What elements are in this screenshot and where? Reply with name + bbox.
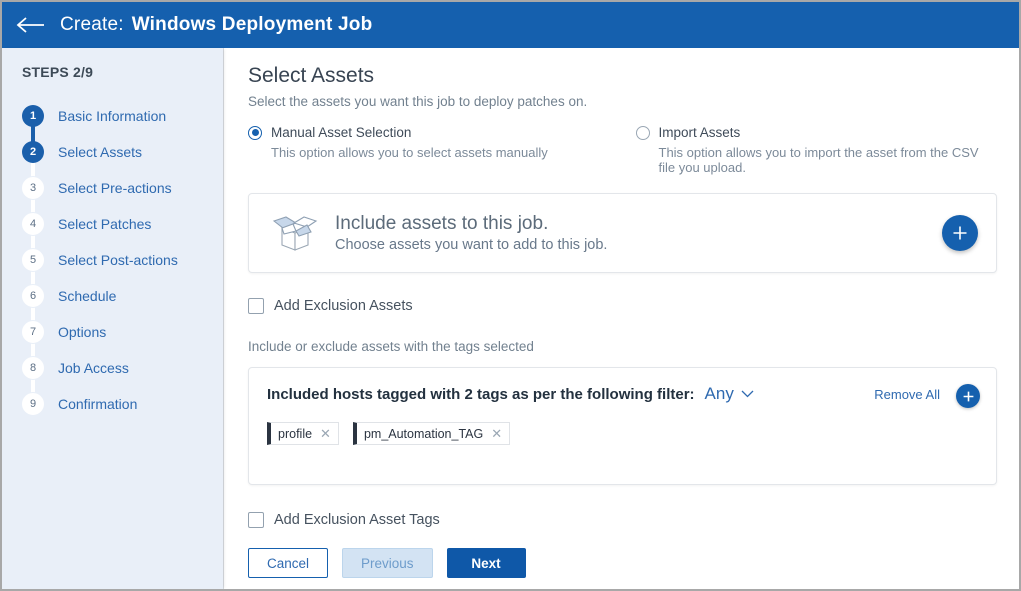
add-exclusion-asset-tags-checkbox[interactable] [248,512,264,528]
tag-match-mode-select[interactable]: Any [705,384,754,404]
content-title: Select Assets [248,64,375,87]
include-assets-card: Include assets to this job. Choose asset… [248,193,997,273]
radio-manual-description: This option allows you to select assets … [271,145,548,160]
steps-sidebar: STEPS 2/9 1 Basic Information 2 Select Asse… [2,48,223,589]
cancel-button[interactable]: Cancel [248,548,329,578]
open-box-icon [271,212,319,254]
radio-manual-asset-selection[interactable] [248,125,262,140]
step-number-badge: 7 [22,321,44,343]
radio-manual-label: Manual Asset Selection [271,125,412,140]
tag-filter-header: Included hosts tagged with 2 tags as per… [267,384,980,408]
step-label: Basic Information [58,108,167,124]
tag-chip-label: profile [278,426,313,441]
add-exclusion-asset-tags-checkbox-row[interactable]: Add Exclusion Asset Tags [248,512,997,528]
steps-counter: STEPS 2/9 [22,64,94,80]
tag-chip: pm_Automation_TAG ✕ [352,422,511,445]
tags-helper-text: Include or exclude assets with the tags … [248,339,534,354]
option-manual-row[interactable]: Manual Asset Selection [248,125,623,140]
tag-chip: profile ✕ [267,422,339,445]
step-label: Options [58,324,107,340]
close-icon[interactable]: ✕ [320,427,331,440]
step-number-badge: 2 [22,141,44,163]
add-tag-button[interactable] [956,384,980,408]
add-exclusion-asset-tags-label: Add Exclusion Asset Tags [274,512,440,528]
page-title: Windows Deployment Job [131,14,373,35]
step-number-badge: 8 [22,357,44,379]
chevron-down-icon [741,383,754,403]
step-number-badge: 5 [22,249,44,271]
previous-button[interactable]: Previous [342,548,433,578]
sidebar-item-confirmation[interactable]: 9 Confirmation [22,386,223,422]
step-label: Confirmation [58,396,138,412]
wizard-button-row: Cancel Previous Next [248,548,997,578]
radio-import-label: Import Assets [658,125,741,140]
include-card-title: Include assets to this job. [335,213,549,234]
create-job-wizard: Create: Windows Deployment Job STEPS 2/9… [0,0,1021,591]
content-subtitle: Select the assets you want this job to d… [248,94,588,109]
option-manual-asset-selection[interactable]: Manual Asset Selection This option allow… [248,125,623,175]
add-assets-button[interactable] [942,215,978,251]
radio-import-description: This option allows you to import the ass… [658,145,979,175]
tag-filter-card: Included hosts tagged with 2 tags as per… [248,367,997,485]
include-card-texts: Include assets to this job. Choose asset… [335,213,942,253]
step-label: Select Pre-actions [58,180,172,196]
remove-all-tags-button[interactable]: Remove All [874,387,940,402]
body-wrapper: STEPS 2/9 1 Basic Information 2 Select Asse… [2,48,1019,589]
sidebar-item-select-post-actions[interactable]: 5 Select Post-actions [22,242,223,278]
tag-match-mode-value: Any [704,384,734,403]
step-list: 1 Basic Information 2 Select Assets 3 Select … [22,98,223,422]
header-create-label: Create: [60,14,124,35]
step-label: Select Assets [58,144,143,160]
step-number-badge: 4 [22,213,44,235]
sidebar-item-select-pre-actions[interactable]: 3 Select Pre-actions [22,170,223,206]
asset-selection-mode-group: Manual Asset Selection This option allow… [248,125,997,175]
main-content: Select Assets Select the assets you want… [223,48,1019,589]
close-icon[interactable]: ✕ [491,427,502,440]
tag-filter-heading: Included hosts tagged with 2 tags as per… [267,386,695,403]
step-label: Select Post-actions [58,252,178,268]
add-exclusion-assets-label: Add Exclusion Assets [274,298,413,314]
radio-import-assets[interactable] [635,125,650,140]
app-header: Create: Windows Deployment Job [2,2,1019,48]
step-label: Job Access [58,360,129,376]
sidebar-item-basic-information[interactable]: 1 Basic Information [22,98,223,134]
back-arrow-icon[interactable] [16,14,46,36]
tag-chip-list: profile ✕ pm_Automation_TAG ✕ [267,422,980,445]
sidebar-item-job-access[interactable]: 8 Job Access [22,350,223,386]
sidebar-item-select-assets[interactable]: 2 Select Assets [22,134,223,170]
add-exclusion-assets-checkbox-row[interactable]: Add Exclusion Assets [248,298,997,314]
option-import-assets[interactable]: Import Assets This option allows you to … [623,125,998,175]
sidebar-item-select-patches[interactable]: 4 Select Patches [22,206,223,242]
step-label: Schedule [58,288,117,304]
option-import-row[interactable]: Import Assets [635,125,998,140]
next-button[interactable]: Next [446,548,526,578]
step-number-badge: 1 [22,105,44,127]
step-number-badge: 3 [22,177,44,199]
step-number-badge: 6 [22,285,44,307]
step-number-badge: 9 [22,393,44,415]
sidebar-item-schedule[interactable]: 6 Schedule [22,278,223,314]
tag-chip-label: pm_Automation_TAG [363,426,484,441]
include-card-subtitle: Choose assets you want to add to this jo… [335,237,608,253]
sidebar-item-options[interactable]: 7 Options [22,314,223,350]
step-label: Select Patches [58,216,152,232]
add-exclusion-assets-checkbox[interactable] [248,298,264,314]
